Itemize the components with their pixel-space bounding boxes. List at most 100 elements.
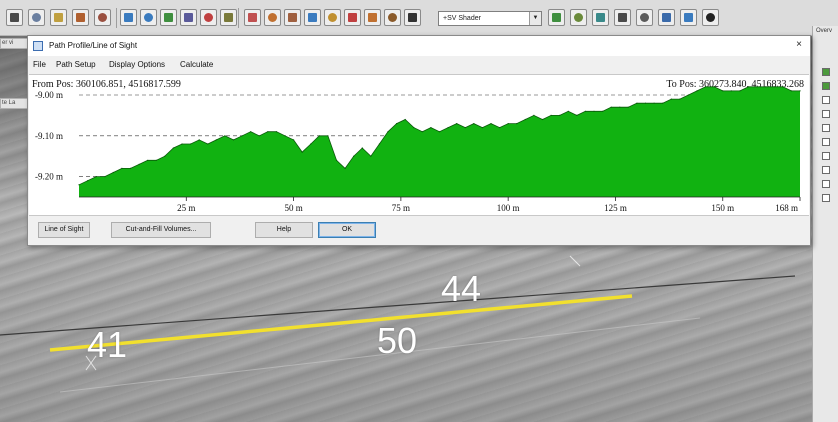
- profile-data-point: [541, 118, 544, 121]
- profile-data-point: [421, 131, 423, 133]
- profile-data-point: [499, 127, 501, 129]
- layer-visibility-checkbox[interactable]: [822, 194, 830, 202]
- profile-data-point: [550, 114, 552, 116]
- profile-data-point: [284, 135, 286, 137]
- profile-data-point: [799, 90, 801, 92]
- menu-calculate[interactable]: Calculate: [180, 60, 213, 69]
- profile-data-point: [310, 143, 312, 145]
- profile-data-point: [559, 114, 561, 116]
- profile-data-point: [653, 102, 655, 104]
- layer-visibility-checkbox[interactable]: [822, 124, 830, 132]
- profile-data-point: [507, 123, 509, 125]
- profile-data-point: [301, 151, 303, 153]
- profile-data-point: [730, 90, 732, 92]
- profile-data-point: [473, 123, 475, 125]
- profile-data-point: [361, 147, 363, 149]
- y-tick-label: -9.10 m: [35, 131, 63, 141]
- profile-data-point: [593, 110, 595, 112]
- profile-data-point: [404, 118, 406, 121]
- profile-data-point: [129, 167, 132, 169]
- close-button[interactable]: ×: [792, 38, 806, 52]
- profile-data-point: [138, 163, 140, 165]
- profile-path-line[interactable]: [49, 294, 633, 352]
- map-label-contour: 41: [87, 324, 128, 365]
- x-tick-label: 125 m: [604, 203, 627, 213]
- profile-data-point: [293, 139, 295, 141]
- profile-data-point: [739, 90, 741, 92]
- profile-data-point: [584, 110, 587, 112]
- profile-data-point: [644, 102, 647, 104]
- profile-data-point: [456, 123, 458, 125]
- cut-and-fill-button[interactable]: Cut-and-Fill Volumes...: [111, 222, 211, 238]
- profile-data-point: [773, 86, 775, 88]
- profile-data-point: [258, 135, 260, 137]
- profile-data-point: [524, 118, 526, 121]
- profile-data-point: [172, 147, 174, 149]
- profile-data-point: [447, 127, 449, 129]
- profile-data-point: [747, 86, 750, 88]
- profile-data-point: [78, 184, 80, 186]
- menu-file[interactable]: File: [33, 60, 46, 69]
- profile-data-point: [232, 139, 235, 141]
- layer-visibility-checkbox[interactable]: [822, 166, 830, 174]
- profile-data-point: [670, 98, 672, 100]
- profile-chart-area: From Pos: 360106.851, 4516817.599 To Pos…: [29, 74, 809, 216]
- profile-data-point: [164, 155, 166, 157]
- profile-data-point: [765, 86, 767, 88]
- profile-data-point: [705, 86, 707, 88]
- ok-button[interactable]: OK: [318, 222, 376, 238]
- profile-data-point: [275, 131, 277, 133]
- profile-data-point: [147, 159, 149, 161]
- profile-data-point: [87, 180, 89, 182]
- profile-data-point: [464, 127, 466, 129]
- profile-data-point: [713, 86, 715, 88]
- map-label-contour: 50: [377, 320, 418, 361]
- menu-path-setup[interactable]: Path Setup: [56, 60, 96, 69]
- profile-data-point: [662, 102, 664, 104]
- profile-data-point: [344, 167, 346, 169]
- profile-data-point: [241, 135, 243, 137]
- profile-data-point: [722, 90, 724, 92]
- profile-data-point: [318, 135, 320, 137]
- menu-display-options[interactable]: Display Options: [109, 60, 165, 69]
- dialog-title-bar[interactable]: Path Profile/Line of Sight ×: [28, 36, 810, 56]
- line-of-sight-button[interactable]: Line of Sight: [38, 222, 90, 238]
- layer-visibility-checkbox[interactable]: [822, 96, 830, 104]
- profile-data-point: [207, 143, 209, 145]
- profile-area-fill: [79, 86, 800, 197]
- profile-data-point: [679, 98, 681, 100]
- profile-data-point: [413, 127, 415, 129]
- x-tick-label: 150 m: [711, 203, 734, 213]
- profile-data-point: [215, 139, 217, 141]
- layer-visibility-checkbox[interactable]: [822, 110, 830, 118]
- elevation-profile-chart[interactable]: -9.00 m -9.10 m -9.20 m 25 m 50 m 75 m 100 m 12…: [29, 75, 809, 217]
- x-tick-label: 75 m: [392, 203, 410, 213]
- profile-data-point: [267, 131, 269, 133]
- profile-data-point: [104, 176, 106, 178]
- x-tick-label: 168 m: [775, 203, 798, 213]
- profile-data-point: [155, 159, 157, 161]
- profile-data-point: [516, 123, 518, 125]
- profile-data-point: [610, 106, 612, 108]
- profile-data-point: [378, 143, 380, 145]
- x-tick-label: 100 m: [497, 203, 520, 213]
- dialog-menu-bar: File Path Setup Display Options Calculat…: [28, 58, 810, 72]
- profile-data-point: [370, 155, 372, 157]
- layer-visibility-checkbox[interactable]: [822, 152, 830, 160]
- profile-data-point: [353, 155, 355, 157]
- overview-panel-title: Overv: [816, 28, 833, 34]
- profile-data-point: [790, 90, 793, 92]
- layer-visibility-checkbox[interactable]: [822, 68, 830, 76]
- layer-visibility-checkbox[interactable]: [822, 180, 830, 188]
- help-button[interactable]: Help: [255, 222, 313, 238]
- profile-data-point: [696, 90, 698, 92]
- layer-visibility-checkbox[interactable]: [822, 138, 830, 146]
- x-tick-label: 50 m: [284, 203, 302, 213]
- profile-data-point: [181, 143, 183, 145]
- layer-visibility-checkbox[interactable]: [822, 82, 830, 90]
- profile-data-point: [224, 135, 226, 137]
- profile-data-point: [533, 114, 535, 116]
- profile-data-point: [567, 110, 569, 112]
- profile-data-point: [190, 143, 192, 145]
- profile-data-point: [327, 135, 329, 137]
